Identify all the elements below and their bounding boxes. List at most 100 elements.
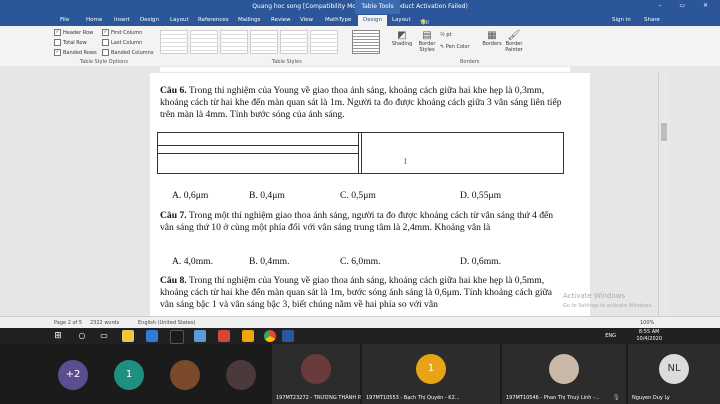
border-style-icon: ▤ — [422, 30, 432, 41]
question-8: Câu 8. Trong thí nghiệm của Young về gia… — [160, 275, 552, 310]
table-cell-left[interactable] — [158, 133, 359, 173]
pen-color-button[interactable]: ✎ Pen Color — [440, 44, 470, 50]
tab-layout[interactable]: Layout — [170, 17, 189, 23]
border-styles-button[interactable]: ▤ Border Styles — [417, 30, 437, 53]
question-7: Câu 7. Trong một thí nghiệm giao thoa án… — [160, 210, 554, 233]
pen-weight-select[interactable]: ½ pt — [440, 32, 452, 38]
table-style-3[interactable] — [220, 30, 248, 54]
tab-home[interactable]: Home — [86, 17, 102, 23]
more-participants-badge[interactable]: +2 — [58, 360, 88, 390]
zoom-level[interactable]: 100% — [640, 320, 654, 326]
page-count[interactable]: Page 2 of 5 — [54, 320, 82, 326]
participant-avatar[interactable]: 1 — [114, 360, 144, 390]
q7-answer-d: D. 0,6mm. — [460, 256, 502, 267]
windows-taskbar: ⊞ ○ ▭ ENG 8:55 AM 10/4/2020 — [0, 328, 720, 344]
edge-icon[interactable] — [146, 330, 158, 342]
table-style-4[interactable] — [250, 30, 278, 54]
brush-icon: 🖌 — [507, 30, 521, 41]
tab-mailings[interactable]: Mailings — [238, 17, 261, 23]
language-indicator[interactable]: ENG — [605, 333, 616, 339]
tab-mathtype[interactable]: MathType — [325, 17, 351, 23]
question-6: Câu 6. Trong thí nghiệm của Young về gia… — [160, 85, 562, 120]
participant-name: 197MT23272 - TRƯƠNG THÀNH P... — [276, 395, 365, 401]
participant-avatar-photo-2[interactable] — [226, 360, 256, 390]
table-tools-label: Table Tools — [355, 0, 400, 14]
window-controls[interactable]: – ▭ ✕ — [658, 2, 716, 9]
participant-name: 197MT10553 - Bạch Thị Quyên - K2... — [366, 395, 460, 401]
sign-in-link[interactable]: Sign in — [612, 17, 631, 23]
tab-table-design[interactable]: Design — [358, 15, 387, 26]
q6-answer-c: C. 0,5μm — [340, 190, 376, 201]
first-column-checkbox[interactable]: ✓ First Column — [102, 29, 142, 36]
check-icon: ✓ — [102, 29, 109, 36]
participant-tile[interactable]: 1 197MT10553 - Bạch Thị Quyên - K2... — [362, 344, 500, 404]
table-styles-label: Table Styles — [272, 59, 302, 65]
shading-button[interactable]: ◩ Shading — [391, 30, 413, 47]
table-style-1[interactable] — [160, 30, 188, 54]
tab-design[interactable]: Design — [140, 17, 159, 23]
borders-group-label: Borders — [460, 59, 480, 65]
q6-answer-b: B. 0,4μm — [249, 190, 285, 201]
table-style-2[interactable] — [190, 30, 218, 54]
participant-tile[interactable]: 197MT23272 - TRƯƠNG THÀNH P... — [272, 344, 365, 404]
total-row-checkbox[interactable]: Total Row — [54, 39, 87, 46]
participant-tile-self[interactable]: NL Nguyen Duy Ly — [628, 344, 720, 404]
q7-answer-a: A. 4,0mm. — [172, 256, 214, 267]
document-page[interactable]: Câu 6. Trong thí nghiệm của Young về gia… — [150, 73, 590, 316]
word-icon[interactable] — [282, 330, 294, 342]
meeting-participants-strip: +2 1 197MT23272 - TRƯƠNG THÀNH P... 1 19… — [0, 344, 720, 404]
horizontal-ruler[interactable] — [0, 66, 720, 73]
banded-columns-checkbox[interactable]: Banded Columns — [102, 49, 153, 56]
document-area: Câu 6. Trong thí nghiệm của Young về gia… — [0, 73, 720, 316]
table-style-5[interactable] — [280, 30, 308, 54]
app-icon-3[interactable] — [218, 330, 230, 342]
check-icon: ✓ — [54, 49, 61, 56]
file-explorer-icon[interactable] — [122, 330, 134, 342]
activate-windows-watermark: Activate Windows Go to Settings to activ… — [563, 292, 653, 309]
tab-review[interactable]: Review — [271, 17, 291, 23]
vertical-scrollbar[interactable] — [658, 73, 669, 316]
app-icon-2[interactable] — [194, 330, 206, 342]
header-row-checkbox[interactable]: ✓ Header Row — [54, 29, 93, 36]
tab-table-layout[interactable]: Layout — [392, 17, 411, 23]
participant-avatar: NL — [659, 354, 689, 384]
q6-answer-a: A. 0,6μm — [172, 190, 209, 201]
share-button[interactable]: Share — [644, 17, 660, 23]
last-column-checkbox[interactable]: Last Column — [102, 39, 142, 46]
language-status[interactable]: English (United States) — [138, 320, 195, 326]
tab-view[interactable]: View — [300, 17, 313, 23]
search-icon[interactable]: ○ — [76, 330, 88, 342]
clock[interactable]: 8:55 AM 10/4/2020 — [636, 329, 662, 343]
tab-insert[interactable]: Insert — [114, 17, 130, 23]
participant-name: 197MT10546 - Phan Thị Thuý Linh -... — [506, 395, 600, 401]
check-icon: ✓ — [54, 29, 61, 36]
app-icon-4[interactable] — [242, 330, 254, 342]
participant-avatar-photo[interactable] — [170, 360, 200, 390]
q7-answer-b: B. 0,4mm. — [249, 256, 290, 267]
windows-start-icon[interactable]: ⊞ — [52, 330, 64, 342]
text-cursor-icon: I — [404, 157, 407, 166]
word-window: Quang hoc song [Compatibility Mode] - Wo… — [0, 0, 720, 328]
table[interactable]: I — [157, 132, 564, 174]
scrollbar-thumb[interactable] — [661, 123, 667, 141]
status-bar: Page 2 of 5 2322 words English (United S… — [0, 316, 720, 328]
title-bar: Quang hoc song [Compatibility Mode] - Wo… — [0, 0, 720, 14]
borders-button[interactable]: ▦ Borders — [482, 30, 502, 47]
banded-rows-checkbox[interactable]: ✓ Banded Rows — [54, 49, 97, 56]
participant-tile[interactable]: 197MT10546 - Phan Thị Thuý Linh -... 🎙 — [502, 344, 626, 404]
task-view-icon[interactable]: ▭ — [98, 330, 110, 342]
word-count[interactable]: 2322 words — [90, 320, 119, 326]
q7-answer-c: C. 6,0mm. — [340, 256, 381, 267]
paint-bucket-icon: ◩ — [397, 30, 407, 41]
chrome-icon[interactable] — [264, 330, 276, 342]
ribbon-tabs: File Home Insert Design Layout Reference… — [0, 14, 720, 62]
participant-avatar-photo-3 — [301, 354, 331, 384]
app-icon[interactable] — [170, 330, 184, 344]
tab-references[interactable]: References — [198, 17, 229, 23]
borders-icon: ▦ — [487, 30, 497, 41]
q6-answer-d: D. 0,55μm — [460, 190, 502, 201]
table-style-selected[interactable] — [352, 30, 380, 54]
border-painter-button[interactable]: 🖌 Border Painter — [504, 30, 524, 53]
tab-file[interactable]: File — [60, 17, 69, 23]
table-style-6[interactable] — [310, 30, 338, 54]
